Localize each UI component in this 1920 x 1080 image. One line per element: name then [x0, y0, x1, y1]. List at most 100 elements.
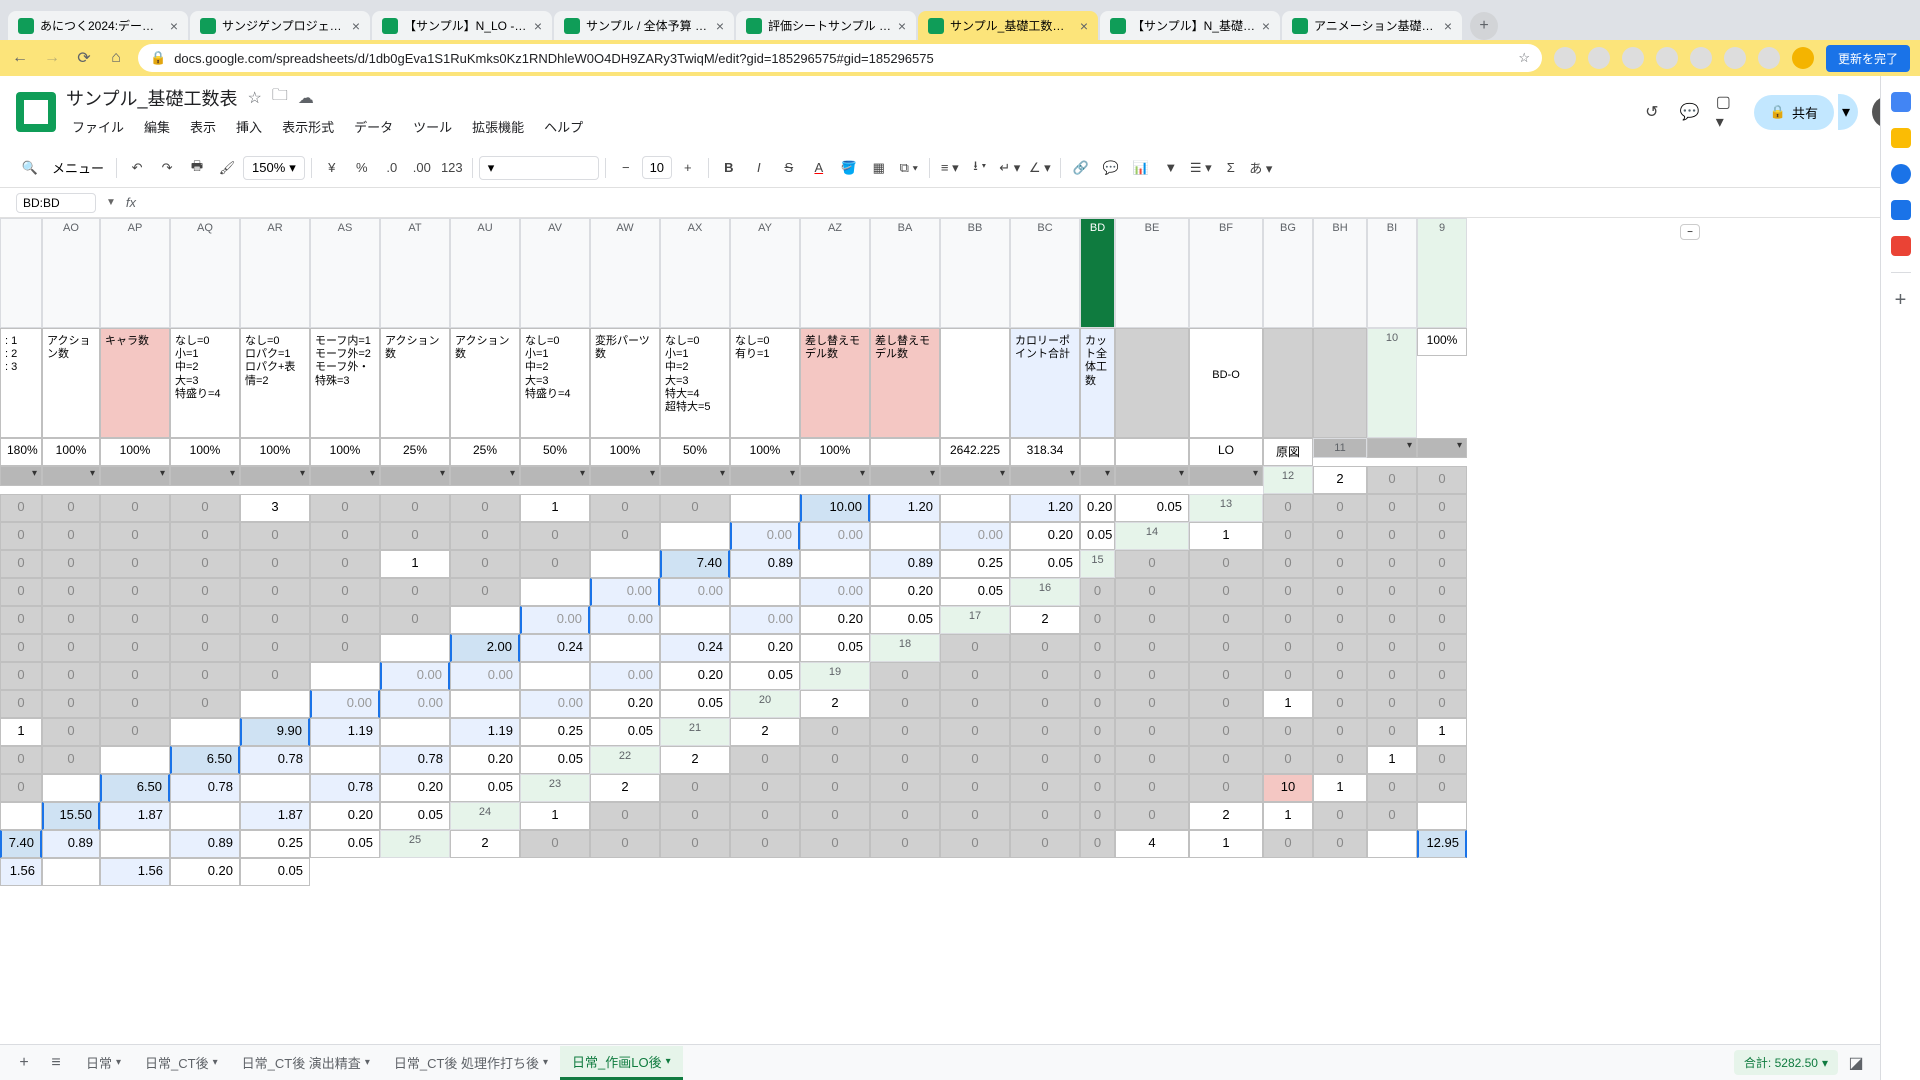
- header-cell[interactable]: なし=0 ロパク=1 ロパク+表情=2: [240, 328, 310, 438]
- filter-cell[interactable]: [240, 466, 310, 486]
- cell[interactable]: 25%: [380, 438, 450, 466]
- sheet-tab[interactable]: 日常_作画LO後 ▾: [560, 1046, 683, 1080]
- cell[interactable]: 2: [590, 774, 660, 802]
- cell[interactable]: 0: [940, 746, 1010, 774]
- cell[interactable]: 0: [520, 830, 590, 858]
- column-header[interactable]: BC: [1010, 218, 1080, 328]
- cell[interactable]: 0: [1010, 802, 1080, 830]
- explore-icon[interactable]: ◪: [1842, 1049, 1870, 1077]
- cell[interactable]: 1: [1313, 774, 1367, 802]
- cell[interactable]: 0: [520, 522, 590, 550]
- cell[interactable]: 0: [870, 746, 940, 774]
- column-header[interactable]: [0, 218, 42, 328]
- row-header[interactable]: 23: [520, 774, 590, 802]
- close-icon[interactable]: ×: [898, 18, 906, 34]
- cell[interactable]: 1: [1189, 522, 1263, 550]
- cell[interactable]: 7.40: [660, 550, 730, 578]
- cell[interactable]: 0: [170, 550, 240, 578]
- cell[interactable]: 0: [42, 634, 100, 662]
- filter-cell[interactable]: [1417, 438, 1467, 458]
- row-header[interactable]: 16: [1010, 578, 1080, 606]
- cell[interactable]: 0: [380, 578, 450, 606]
- cell[interactable]: 0: [1263, 634, 1313, 662]
- cell[interactable]: 0: [1189, 690, 1263, 718]
- cell[interactable]: 25%: [450, 438, 520, 466]
- cell[interactable]: 0: [870, 718, 940, 746]
- bold-icon[interactable]: B: [715, 154, 743, 182]
- cell[interactable]: 0: [0, 494, 42, 522]
- column-header[interactable]: AU: [450, 218, 520, 328]
- cell[interactable]: 50%: [660, 438, 730, 466]
- cell[interactable]: 0.05: [1080, 522, 1115, 550]
- cell[interactable]: 180%: [0, 438, 42, 466]
- row-header[interactable]: 20: [730, 690, 800, 718]
- all-sheets-icon[interactable]: ≡: [42, 1049, 70, 1077]
- cell[interactable]: 0: [100, 606, 170, 634]
- cell[interactable]: 0: [590, 802, 660, 830]
- column-header[interactable]: AT: [380, 218, 450, 328]
- cell[interactable]: 0: [450, 522, 520, 550]
- profile-icon[interactable]: [1792, 47, 1814, 69]
- cell[interactable]: 0: [1313, 494, 1367, 522]
- cell[interactable]: 0: [100, 634, 170, 662]
- cell[interactable]: 0: [1313, 606, 1367, 634]
- cell[interactable]: 0: [1263, 522, 1313, 550]
- cell[interactable]: 0: [310, 606, 380, 634]
- cell[interactable]: [660, 606, 730, 634]
- column-header[interactable]: AR: [240, 218, 310, 328]
- menu-item[interactable]: 拡張機能: [466, 113, 530, 140]
- cell[interactable]: 0.24: [520, 634, 590, 662]
- cell[interactable]: 100%: [100, 438, 170, 466]
- cell[interactable]: 2642.225: [940, 438, 1010, 466]
- close-icon[interactable]: ×: [1080, 18, 1088, 34]
- cell[interactable]: [100, 746, 170, 774]
- borders-icon[interactable]: ▦: [865, 154, 893, 182]
- cell[interactable]: 1: [1263, 802, 1313, 830]
- cell[interactable]: 0: [1080, 578, 1115, 606]
- cell[interactable]: 0.20: [170, 858, 240, 886]
- cell[interactable]: [660, 522, 730, 550]
- menu-item[interactable]: データ: [348, 113, 399, 140]
- cell[interactable]: 0: [940, 634, 1010, 662]
- column-header[interactable]: BG: [1263, 218, 1313, 328]
- cell[interactable]: 0: [1263, 746, 1313, 774]
- extension-icon[interactable]: [1758, 47, 1780, 69]
- cell[interactable]: 1: [520, 494, 590, 522]
- cell[interactable]: 0: [660, 802, 730, 830]
- cell[interactable]: 0: [380, 606, 450, 634]
- cell[interactable]: 0: [1313, 522, 1367, 550]
- cell[interactable]: 0.05: [310, 830, 380, 858]
- menu-item[interactable]: 挿入: [230, 113, 268, 140]
- cell[interactable]: [170, 802, 240, 830]
- update-button[interactable]: 更新を完了: [1826, 45, 1910, 72]
- cell[interactable]: 0: [1010, 634, 1080, 662]
- row-header[interactable]: 18: [870, 634, 940, 662]
- filter-cell[interactable]: [660, 466, 730, 486]
- close-icon[interactable]: ×: [716, 18, 724, 34]
- cell[interactable]: 0: [1115, 718, 1189, 746]
- cell[interactable]: 0: [1189, 550, 1263, 578]
- close-icon[interactable]: ×: [170, 18, 178, 34]
- browser-tab[interactable]: 評価シートサンプル - Goog…×: [736, 11, 916, 40]
- header-cell[interactable]: 差し替えモデル数: [800, 328, 870, 438]
- cell[interactable]: [42, 774, 100, 802]
- cell[interactable]: 0: [1367, 494, 1417, 522]
- cell[interactable]: 0.05: [520, 746, 590, 774]
- cell[interactable]: 0: [1367, 718, 1417, 746]
- cell[interactable]: 4: [1115, 830, 1189, 858]
- cell[interactable]: 0: [450, 578, 520, 606]
- cell[interactable]: 0: [170, 634, 240, 662]
- cell[interactable]: 1: [1417, 718, 1467, 746]
- cell[interactable]: 0: [170, 494, 240, 522]
- cell[interactable]: 0.00: [380, 690, 450, 718]
- cell[interactable]: 6.50: [170, 746, 240, 774]
- cell[interactable]: [380, 718, 450, 746]
- row-header[interactable]: 17: [940, 606, 1010, 634]
- cell[interactable]: 0.00: [730, 522, 800, 550]
- filter-cell[interactable]: [0, 466, 42, 486]
- cell[interactable]: 0.05: [590, 718, 660, 746]
- cell[interactable]: 0: [1115, 606, 1189, 634]
- extension-icon[interactable]: [1690, 47, 1712, 69]
- cell[interactable]: [1115, 438, 1189, 466]
- row-header[interactable]: 12: [1263, 466, 1313, 494]
